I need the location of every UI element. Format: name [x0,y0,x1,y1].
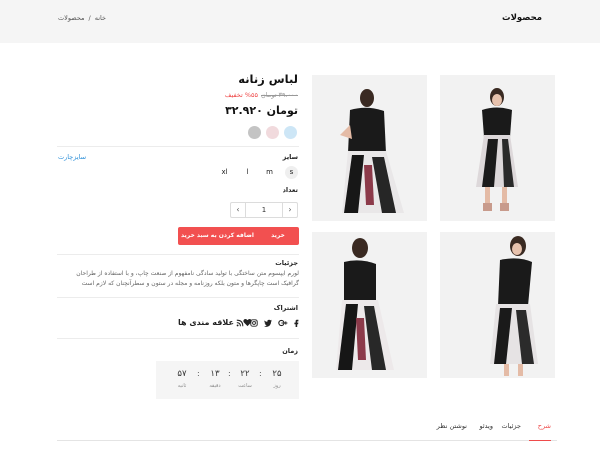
timer-hours-value: ۲۲ [240,369,250,379]
breadcrumb-separator: / [88,14,91,22]
breadcrumb: خانه / محصولات [58,14,106,22]
product-tabs: شرح جزئیات ویدئو نوشتن نظر [57,413,557,441]
product-photo-3[interactable] [440,232,555,378]
color-swatch-pink[interactable] [266,126,279,139]
divider [57,297,299,298]
purchase-buttons: خرید اضافه کردن به سبد خرید [178,227,299,245]
details-text: لورم ایپسوم متن ساختگی با تولید سادگی نا… [76,270,299,287]
details-label: جزئیات [275,259,298,267]
quantity-stepper: › 1 ‹ [230,202,298,218]
timer-separator: : [228,369,231,378]
twitter-icon[interactable] [264,319,272,327]
breadcrumb-current: محصولات [58,14,85,22]
discount-badge: %۵۵ تخفیف [224,91,258,99]
divider [57,254,299,255]
favorites-link[interactable]: علاقه مندی ها [178,318,234,327]
product-name: لباس زنانه [238,72,298,86]
timer-seconds-label: ثانیه [177,383,187,389]
page-header: محصولات خانه / محصولات [0,0,600,43]
current-price: ۳۲.۹۲۰ تومان [225,104,298,117]
tab-video[interactable]: ویدئو [479,422,493,430]
quantity-input[interactable]: 1 [245,203,283,217]
product-photo-2[interactable] [312,75,427,221]
page-title: محصولات [502,13,542,23]
quantity-decrease-button[interactable]: ‹ [231,203,245,217]
quantity-increase-button[interactable]: › [283,203,297,217]
tab-description[interactable]: شرح [538,422,551,430]
size-option-s[interactable]: s [285,166,298,179]
facebook-icon[interactable] [292,319,300,327]
product-photo-4[interactable] [312,232,427,378]
timer-label: زمان [282,347,298,355]
active-tab-indicator [529,440,551,441]
timer-minutes-label: دقیقه [209,383,221,389]
quantity-label: تعداد [282,186,298,194]
size-option-l[interactable]: l [241,166,254,179]
timer-separator: : [197,369,200,378]
price-discount-row: ۳۹.۰۰۰ تومان %۵۵ تخفیف [225,91,298,99]
divider [57,338,299,339]
breadcrumb-home[interactable]: خانه [95,14,106,22]
timer-days-label: روز [273,383,281,389]
divider [57,146,299,147]
timer-days-value: ۲۵ [272,369,282,379]
buy-button[interactable]: خرید [257,227,299,245]
size-chart-link[interactable]: سایزچارت [58,153,86,161]
google-plus-icon[interactable] [278,319,288,327]
product-photo-1[interactable] [440,75,555,221]
color-swatch-gray[interactable] [248,126,261,139]
size-option-xl[interactable]: xl [218,166,231,179]
timer-seconds-value: ۵۷ [177,369,187,379]
tab-details[interactable]: جزئیات [502,422,521,430]
size-label: سایز [282,153,298,161]
old-price: ۳۹.۰۰۰ تومان [261,91,298,99]
timer-separator: : [259,369,262,378]
size-option-m[interactable]: m [263,166,276,179]
timer-hours-label: ساعت [238,383,252,389]
heart-icon[interactable] [243,318,252,327]
timer-minutes-value: ۱۳ [210,369,220,379]
countdown-timer: ۲۵ روز : ۲۲ ساعت : ۱۳ دقیقه : ۵۷ ثانیه [156,361,299,399]
add-to-cart-button[interactable]: اضافه کردن به سبد خرید [178,227,257,245]
tab-write-review[interactable]: نوشتن نظر [437,422,467,430]
color-swatch-blue[interactable] [284,126,297,139]
share-label: اشتراک [273,304,298,312]
